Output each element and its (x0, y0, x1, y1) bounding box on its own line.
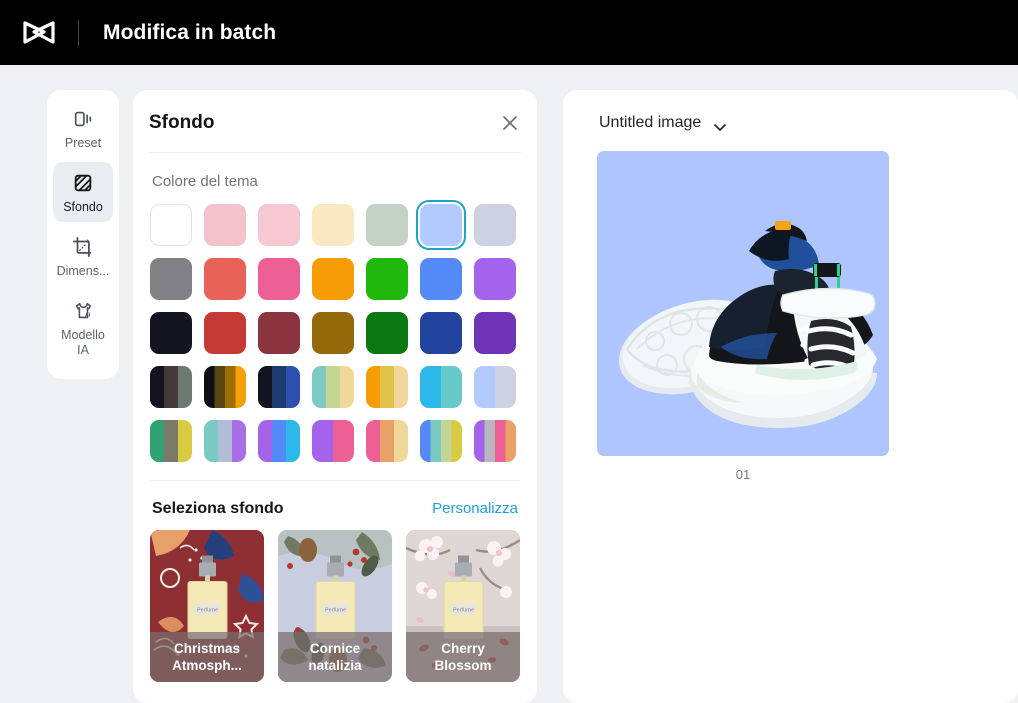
tool-sidebar: Preset Sfondo Dimens... AI Modello IA (47, 90, 119, 379)
capcut-logo-icon[interactable] (22, 20, 56, 46)
image-preview[interactable] (597, 151, 889, 456)
color-swatch[interactable] (150, 312, 192, 354)
template-name: Cherry Blossom (406, 632, 520, 682)
sidebar-item-sfondo-label: Sfondo (63, 200, 103, 214)
color-swatch[interactable] (474, 258, 516, 300)
color-swatch[interactable] (474, 366, 516, 408)
document-name: Untitled image (599, 114, 702, 131)
preview-area: 01 (597, 151, 984, 482)
svg-text:Perfume: Perfume (325, 607, 346, 613)
color-swatch[interactable] (366, 312, 408, 354)
background-settings-panel: Sfondo Colore del tema Seleziona sfondo … (133, 90, 537, 703)
color-swatch[interactable] (420, 258, 462, 300)
theme-color-label: Colore del tema (152, 173, 258, 190)
select-background-label: Seleziona sfondo (152, 500, 284, 517)
color-swatch[interactable] (204, 420, 246, 462)
color-swatch[interactable] (150, 258, 192, 300)
sidebar-item-dimensioni-label: Dimens... (56, 264, 110, 278)
color-swatch[interactable] (366, 420, 408, 462)
color-swatch[interactable] (312, 366, 354, 408)
panel-header: Sfondo (149, 90, 521, 153)
color-swatch[interactable] (150, 420, 192, 462)
color-swatch[interactable] (204, 204, 246, 246)
color-swatch[interactable] (474, 420, 516, 462)
crop-resize-icon (71, 235, 95, 259)
header-divider (78, 19, 79, 46)
color-swatch[interactable] (366, 258, 408, 300)
color-swatch[interactable] (312, 420, 354, 462)
color-swatch[interactable] (258, 312, 300, 354)
background-template-card[interactable]: Perfume Christmas Atmosph... (150, 530, 264, 682)
document-selector[interactable]: Untitled image (597, 114, 984, 132)
svg-text:Perfume: Perfume (197, 607, 218, 613)
panel-title: Sfondo (149, 112, 215, 133)
template-name: Cornice natalizia (278, 632, 392, 682)
color-swatch[interactable] (204, 312, 246, 354)
color-swatch[interactable] (420, 366, 462, 408)
svg-text:Perfume: Perfume (453, 607, 474, 613)
sidebar-item-dimensioni[interactable]: Dimens... (53, 226, 113, 286)
customize-link[interactable]: Personalizza (432, 500, 518, 517)
color-swatch[interactable] (312, 204, 354, 246)
sidebar-item-preset-label: Preset (64, 136, 102, 150)
color-swatch[interactable] (258, 420, 300, 462)
color-swatch[interactable] (150, 366, 192, 408)
theme-color-swatch-grid (150, 199, 520, 481)
color-swatch[interactable] (474, 312, 516, 354)
svg-text:AI: AI (85, 313, 91, 319)
color-swatch[interactable] (204, 366, 246, 408)
color-swatch[interactable] (258, 258, 300, 300)
preset-icon (71, 107, 95, 131)
color-swatch[interactable] (258, 204, 300, 246)
background-template-card[interactable]: Perfume Cornice natalizia (278, 530, 392, 682)
template-name: Christmas Atmosph... (150, 632, 264, 682)
app-header: Modifica in batch (0, 0, 1018, 65)
chevron-down-icon[interactable] (713, 119, 727, 131)
page-title: Modifica in batch (103, 20, 277, 44)
color-swatch[interactable] (150, 204, 192, 246)
sidebar-item-modello-ia[interactable]: AI Modello IA (53, 290, 113, 365)
preview-caption: 01 (735, 467, 751, 482)
background-template-list: Perfume Christmas Atmosph... Perfume Cor… (150, 530, 520, 682)
color-swatch[interactable] (366, 204, 408, 246)
color-swatch[interactable] (258, 366, 300, 408)
color-swatch[interactable] (415, 199, 467, 251)
color-swatch[interactable] (366, 366, 408, 408)
select-background-header: Seleziona sfondo Personalizza (150, 481, 520, 530)
ai-model-shirt-icon: AI (71, 299, 95, 323)
sidebar-item-modello-ia-label: Modello IA (61, 328, 105, 357)
color-swatch[interactable] (204, 258, 246, 300)
color-swatch[interactable] (420, 420, 462, 462)
color-swatch[interactable] (312, 312, 354, 354)
sneakers-pair-image (618, 221, 877, 428)
sidebar-item-sfondo[interactable]: Sfondo (53, 162, 113, 222)
background-pattern-icon (71, 171, 95, 195)
color-swatch[interactable] (420, 312, 462, 354)
close-icon[interactable] (499, 112, 521, 134)
preview-panel: Untitled image 01 (563, 90, 1018, 703)
background-template-card[interactable]: Perfume Cherry Blossom (406, 530, 520, 682)
workspace: Preset Sfondo Dimens... AI Modello IA Sf… (0, 65, 1018, 703)
sidebar-item-preset[interactable]: Preset (53, 98, 113, 158)
color-swatch[interactable] (474, 204, 516, 246)
color-swatch[interactable] (312, 258, 354, 300)
